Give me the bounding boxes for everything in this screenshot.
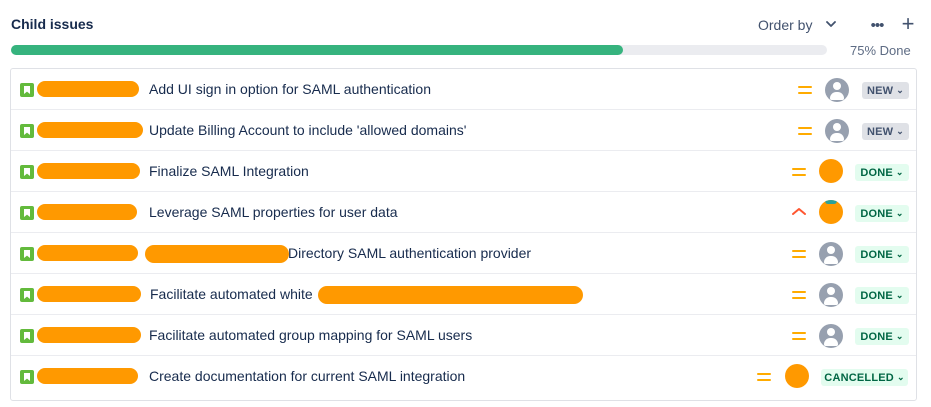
chevron-down-icon: ⌄ bbox=[896, 85, 904, 95]
progress-label: 75% Done bbox=[850, 43, 911, 58]
issue-key-redacted bbox=[37, 204, 137, 220]
issue-row[interactable]: Add UI sign in option for SAML authentic… bbox=[11, 69, 916, 110]
story-icon bbox=[20, 370, 34, 384]
issue-summary[interactable]: Add UI sign in option for SAML authentic… bbox=[149, 81, 431, 97]
more-horizontal-icon[interactable]: ••• bbox=[866, 12, 888, 38]
story-icon bbox=[20, 247, 34, 261]
issue-row[interactable]: Create documentation for current SAML in… bbox=[11, 356, 916, 397]
story-icon bbox=[20, 124, 34, 138]
chevron-down-icon: ⌄ bbox=[895, 249, 904, 259]
status-label: DONE bbox=[860, 166, 893, 179]
chevron-down-icon: ⌄ bbox=[895, 167, 904, 177]
status-dropdown[interactable]: NEW ⌄ bbox=[862, 123, 909, 140]
issue-key-redacted bbox=[37, 81, 139, 97]
issue-key-redacted bbox=[37, 368, 138, 384]
summary-redacted bbox=[145, 245, 289, 263]
status-dropdown[interactable]: DONE ⌄ bbox=[855, 164, 909, 181]
child-issues-list: Add UI sign in option for SAML authentic… bbox=[10, 68, 917, 401]
order-by-label: Order by bbox=[758, 17, 813, 33]
priority-medium-icon bbox=[798, 85, 812, 95]
chevron-down-icon: ⌄ bbox=[895, 331, 904, 341]
status-dropdown[interactable]: DONE ⌄ bbox=[855, 205, 909, 222]
issue-row[interactable]: Facilitate automated group mapping for S… bbox=[11, 315, 916, 356]
unassigned-avatar-icon[interactable] bbox=[825, 78, 849, 102]
avatar[interactable] bbox=[819, 159, 843, 183]
issue-key-redacted bbox=[37, 286, 141, 302]
issue-row[interactable]: Leverage SAML properties for user data D… bbox=[11, 192, 916, 233]
issue-key-redacted bbox=[37, 245, 138, 261]
issue-summary[interactable]: Create documentation for current SAML in… bbox=[149, 368, 465, 384]
status-dropdown[interactable]: CANCELLED ⌄ bbox=[821, 369, 908, 386]
child-issues-header: Child issues Order by ••• + bbox=[0, 0, 931, 44]
story-icon bbox=[20, 83, 34, 97]
chevron-down-icon: ⌄ bbox=[896, 126, 904, 136]
issue-key-redacted bbox=[37, 327, 141, 343]
avatar[interactable] bbox=[785, 364, 809, 388]
issue-summary[interactable]: Update Billing Account to include 'allow… bbox=[149, 122, 466, 138]
status-label: NEW bbox=[866, 84, 894, 97]
chevron-down-icon bbox=[826, 19, 837, 31]
priority-medium-icon bbox=[798, 126, 812, 136]
progress-bar bbox=[11, 45, 827, 55]
chevron-down-icon: ⌄ bbox=[895, 208, 904, 218]
status-dropdown[interactable]: DONE ⌄ bbox=[855, 287, 909, 304]
avatar[interactable] bbox=[819, 200, 843, 224]
chevron-down-icon: ⌄ bbox=[895, 290, 904, 300]
priority-medium-icon bbox=[757, 372, 771, 382]
panel-title: Child issues bbox=[11, 16, 94, 32]
status-label: DONE bbox=[860, 207, 893, 220]
status-label: DONE bbox=[860, 248, 893, 261]
plus-icon[interactable]: + bbox=[897, 11, 919, 37]
summary-redacted bbox=[318, 286, 583, 304]
issue-row[interactable]: Facilitate automated white DONE ⌄ bbox=[11, 274, 916, 315]
issue-summary[interactable]: Finalize SAML Integration bbox=[149, 163, 309, 179]
status-label: NEW bbox=[866, 125, 894, 138]
unassigned-avatar-icon[interactable] bbox=[819, 242, 843, 266]
story-icon bbox=[20, 288, 34, 302]
story-icon bbox=[20, 165, 34, 179]
issue-row[interactable]: Directory SAML authentication provider D… bbox=[11, 233, 916, 274]
unassigned-avatar-icon[interactable] bbox=[819, 283, 843, 307]
progress-bar-fill bbox=[11, 45, 623, 55]
unassigned-avatar-icon[interactable] bbox=[825, 119, 849, 143]
issue-key-redacted bbox=[37, 122, 143, 138]
issue-row[interactable]: Update Billing Account to include 'allow… bbox=[11, 110, 916, 151]
priority-high-icon bbox=[791, 206, 807, 218]
story-icon bbox=[20, 206, 34, 220]
unassigned-avatar-icon[interactable] bbox=[819, 324, 843, 348]
status-dropdown[interactable]: DONE ⌄ bbox=[855, 246, 909, 263]
order-by-button[interactable]: Order by bbox=[758, 12, 837, 38]
status-dropdown[interactable]: NEW ⌄ bbox=[862, 82, 909, 99]
status-label: DONE bbox=[860, 289, 893, 302]
issue-summary[interactable]: Facilitate automated white bbox=[150, 286, 313, 302]
status-label: CANCELLED bbox=[824, 371, 894, 384]
avatar-accent bbox=[825, 200, 837, 204]
status-dropdown[interactable]: DONE ⌄ bbox=[855, 328, 909, 345]
issue-summary[interactable]: Facilitate automated group mapping for S… bbox=[149, 327, 472, 343]
priority-medium-icon bbox=[792, 290, 806, 300]
issue-summary[interactable]: Directory SAML authentication provider bbox=[288, 245, 531, 261]
issue-key-redacted bbox=[37, 163, 140, 179]
status-label: DONE bbox=[860, 330, 893, 343]
chevron-down-icon: ⌄ bbox=[896, 372, 905, 382]
priority-medium-icon bbox=[792, 331, 806, 341]
priority-medium-icon bbox=[792, 249, 806, 259]
priority-medium-icon bbox=[792, 167, 806, 177]
issue-row[interactable]: Finalize SAML Integration DONE ⌄ bbox=[11, 151, 916, 192]
story-icon bbox=[20, 329, 34, 343]
issue-summary[interactable]: Leverage SAML properties for user data bbox=[149, 204, 398, 220]
